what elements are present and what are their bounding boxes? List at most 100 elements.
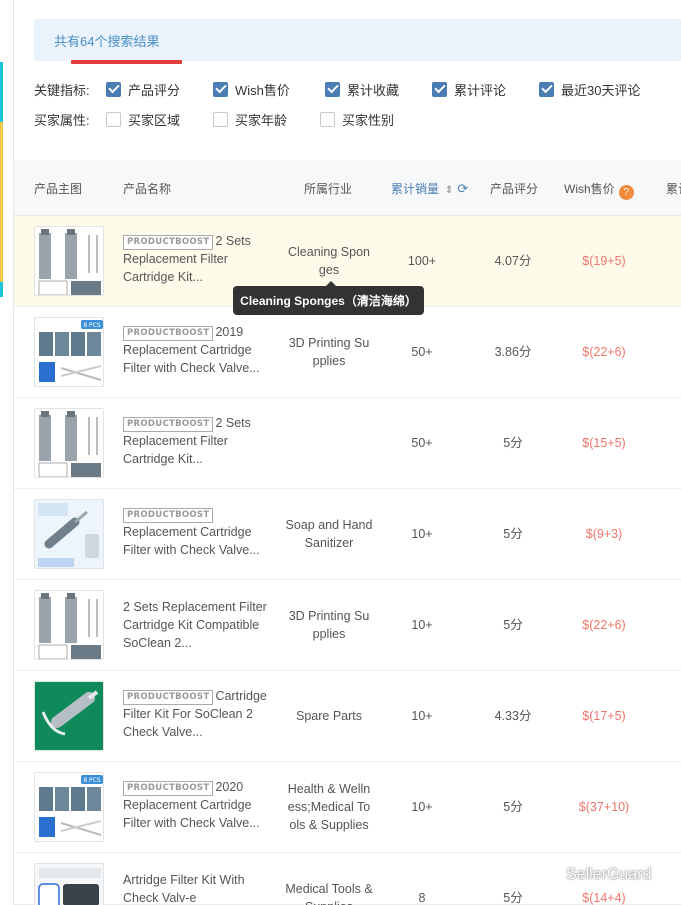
watermark-text: SellerGuard bbox=[566, 866, 652, 883]
tooltip-text: Cleaning Sponges（清洁海绵） bbox=[240, 294, 417, 308]
score-cell: 4.33分 bbox=[494, 709, 532, 723]
attr-checkbox-age[interactable]: 买家年龄 bbox=[213, 110, 320, 129]
attr-checkbox-region[interactable]: 买家区域 bbox=[106, 110, 213, 129]
attr-checkbox-gender[interactable]: 买家性别 bbox=[320, 110, 427, 129]
table-row[interactable]: PRODUCTBOOST 2 Sets Replacement Filter Ca… bbox=[14, 398, 681, 489]
metric-checkbox-reviews[interactable]: 累计评论 bbox=[432, 80, 539, 99]
price-cell: $(19+5) bbox=[582, 254, 626, 268]
product-name[interactable]: PRODUCTBOOST 2020 Replacement Cartridge F… bbox=[123, 778, 269, 833]
product-name-text[interactable]: 2 Sets Replacement Filter Cartridge Kit … bbox=[123, 600, 267, 650]
product-thumbnail-two-cartridge[interactable] bbox=[34, 590, 104, 660]
score-cell: 5分 bbox=[503, 891, 523, 905]
checkbox-checked-icon[interactable] bbox=[539, 81, 554, 97]
checkbox-unchecked-icon[interactable] bbox=[106, 111, 121, 127]
column-header-score: 产品评分 bbox=[490, 182, 539, 196]
metric-checkbox-rating[interactable]: 产品评分 bbox=[106, 80, 213, 99]
help-icon[interactable]: ? bbox=[618, 185, 634, 200]
productboost-badge: PRODUCTBOOST bbox=[123, 690, 214, 705]
score-cell: 3.86分 bbox=[494, 345, 532, 359]
metric-checkbox-wish-price[interactable]: Wish售价 bbox=[213, 80, 325, 99]
product-thumbnail-eight-pcs[interactable]: 8 PCS bbox=[34, 317, 104, 387]
sales-cell: 50+ bbox=[411, 345, 433, 359]
sales-cell: 50+ bbox=[411, 436, 433, 450]
sales-cell: 8 bbox=[418, 891, 426, 905]
table-row[interactable]: 8 PCS PRODUCTBOOST 2020 Replacement Cartr… bbox=[14, 762, 681, 853]
product-thumbnail-cartridge-soclean[interactable] bbox=[34, 499, 104, 569]
productboost-badge: PRODUCTBOOST bbox=[123, 235, 214, 250]
svg-text:8 PCS: 8 PCS bbox=[83, 777, 101, 784]
key-metrics-label: 关键指标: bbox=[34, 82, 90, 98]
checkbox-unchecked-icon[interactable] bbox=[320, 111, 335, 127]
price-cell: $(22+6) bbox=[582, 618, 626, 632]
column-header-price: Wish售价? bbox=[564, 180, 634, 200]
metric-checkbox-favorites[interactable]: 累计收藏 bbox=[325, 80, 432, 99]
industry-cell: 3D Printing Su pplies bbox=[288, 336, 370, 369]
product-name[interactable]: PRODUCTBOOST Cartridge Filter Kit For SoC… bbox=[123, 687, 269, 742]
checkbox-label: 产品评分 bbox=[128, 82, 181, 98]
checkbox-label: 买家年龄 bbox=[235, 112, 288, 128]
score-cell: 5分 bbox=[503, 436, 523, 450]
checkbox-label: 最近30天评论 bbox=[561, 82, 641, 98]
sales-cell: 100+ bbox=[407, 254, 437, 268]
checkbox-checked-icon[interactable] bbox=[106, 81, 121, 97]
sales-cell: 10+ bbox=[411, 527, 433, 541]
productboost-badge: PRODUCTBOOST bbox=[123, 326, 214, 341]
sort-icon[interactable]: ⇕ bbox=[445, 185, 453, 196]
column-header-sales[interactable]: 累计销量 ⇕ ⟳ bbox=[391, 180, 468, 197]
column-header-industry: 所属行业 bbox=[304, 182, 353, 196]
table-row[interactable]: PRODUCTBOOST Cartridge Filter Kit For SoC… bbox=[14, 671, 681, 762]
score-cell: 5分 bbox=[503, 618, 523, 632]
column-header-image: 产品主图 bbox=[34, 182, 83, 196]
industry-tooltip: Cleaning Sponges（清洁海绵） bbox=[233, 281, 424, 315]
industry-cell: Medical Tools & Supplies bbox=[285, 882, 373, 905]
key-metrics-filter: 关键指标: 产品评分 Wish售价 累计收藏 累计评论 最近30天评论 bbox=[34, 78, 669, 100]
product-name[interactable]: PRODUCTBOOST 2 Sets Replacement Filter Ca… bbox=[123, 232, 269, 287]
refresh-icon[interactable]: ⟳ bbox=[457, 181, 468, 197]
industry-cell: Health & Welln ess;Medical To ols & Supp… bbox=[287, 782, 371, 833]
score-cell: 4.07分 bbox=[494, 254, 532, 268]
product-name[interactable]: PRODUCTBOOST 2019 Replacement Cartridge F… bbox=[123, 323, 269, 378]
score-cell: 5分 bbox=[503, 800, 523, 814]
product-name[interactable]: PRODUCTBOOST 2 Sets Replacement Filter Ca… bbox=[123, 414, 269, 469]
sales-cell: 10+ bbox=[411, 709, 433, 723]
product-thumbnail-soclean-filter[interactable] bbox=[34, 863, 104, 905]
highlight-underline bbox=[71, 60, 182, 64]
product-thumbnail-eight-pcs[interactable]: 8 PCS bbox=[34, 772, 104, 842]
checkbox-label: 累计收藏 bbox=[347, 82, 400, 98]
column-header-next: 累计 bbox=[666, 182, 681, 196]
industry-cell: Soap and Hand Sanitizer bbox=[285, 518, 373, 551]
product-thumbnail-two-cartridge[interactable] bbox=[34, 408, 104, 478]
checkbox-checked-icon[interactable] bbox=[325, 81, 340, 97]
table-row[interactable]: 2 Sets Replacement Filter Cartridge Kit … bbox=[14, 580, 681, 671]
wechat-icon bbox=[536, 866, 560, 884]
result-summary-banner: 共有64个搜索结果 bbox=[34, 19, 681, 61]
product-name-text[interactable]: Replacement Cartridge Filter with Check … bbox=[123, 525, 260, 557]
checkbox-unchecked-icon[interactable] bbox=[213, 111, 228, 127]
table-row[interactable]: 8 PCS PRODUCTBOOST 2019 Replacement Cartr… bbox=[14, 307, 681, 398]
table-row[interactable]: PRODUCTBOOST Replacement Cartridge Filter… bbox=[14, 489, 681, 580]
metric-checkbox-30day-reviews[interactable]: 最近30天评论 bbox=[539, 80, 669, 99]
checkbox-label: 买家性别 bbox=[342, 112, 395, 128]
column-header-name: 产品名称 bbox=[123, 182, 172, 196]
product-name[interactable]: Artridge Filter Kit With Check Valv-e bbox=[123, 871, 269, 905]
price-cell: $(15+5) bbox=[582, 436, 626, 450]
left-accent-bar-secondary bbox=[0, 122, 3, 282]
checkbox-label: 买家区域 bbox=[128, 112, 181, 128]
industry-cell: Spare Parts bbox=[295, 709, 362, 723]
column-header-price-label: Wish售价 bbox=[564, 182, 615, 196]
checkbox-checked-icon[interactable] bbox=[213, 81, 228, 97]
score-cell: 5分 bbox=[503, 527, 523, 541]
product-name[interactable]: PRODUCTBOOST Replacement Cartridge Filter… bbox=[123, 505, 269, 560]
left-panel-edge bbox=[0, 0, 14, 905]
checkbox-label: Wish售价 bbox=[235, 82, 290, 98]
checkbox-checked-icon[interactable] bbox=[432, 81, 447, 97]
column-header-sales-label[interactable]: 累计销量 bbox=[391, 182, 439, 196]
product-name[interactable]: 2 Sets Replacement Filter Cartridge Kit … bbox=[123, 598, 269, 653]
result-summary-text: 共有64个搜索结果 bbox=[54, 34, 160, 49]
checkbox-label: 累计评论 bbox=[454, 82, 507, 98]
product-thumbnail-green-cartridge[interactable] bbox=[34, 681, 104, 751]
product-name-text[interactable]: Artridge Filter Kit With Check Valv-e bbox=[123, 873, 245, 905]
product-thumbnail-two-cartridge[interactable] bbox=[34, 226, 104, 296]
price-cell: $(17+5) bbox=[582, 709, 626, 723]
price-cell: $(37+10) bbox=[578, 800, 630, 814]
